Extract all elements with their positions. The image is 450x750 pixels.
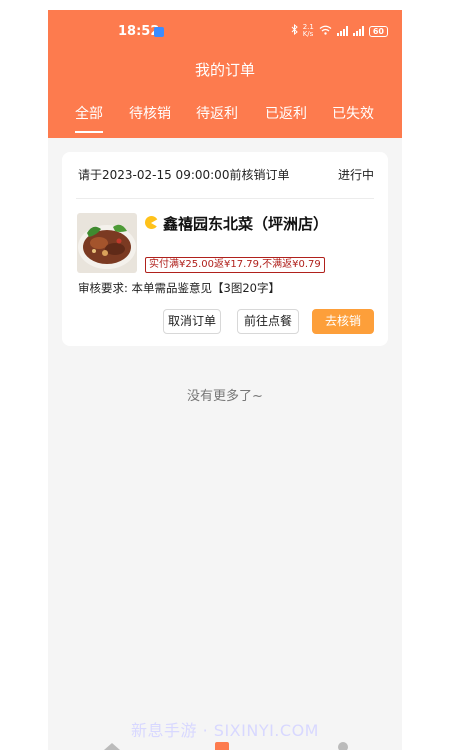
wifi-icon [319, 25, 332, 38]
cancel-order-button[interactable]: 取消订单 [163, 309, 221, 334]
list-end-text: 没有更多了~ [187, 389, 263, 404]
divider [76, 198, 374, 199]
signal-icon-2 [352, 26, 364, 36]
shop-name[interactable]: 鑫禧园东北菜（坪洲店） [163, 213, 328, 234]
signal-icon [336, 26, 348, 36]
shop-icon [145, 216, 158, 229]
bottom-tabbar [48, 738, 402, 750]
review-requirement: 审核要求: 本单需品鉴意见【3图20字】 [78, 281, 280, 295]
tab-pending-verify[interactable]: 待核销 [129, 103, 171, 123]
tab-pending-rebate[interactable]: 待返利 [196, 103, 238, 123]
order-deadline: 请于2023-02-15 09:00:00前核销订单 [78, 168, 290, 182]
dish-image[interactable] [77, 213, 137, 273]
tab-rebated[interactable]: 已返利 [265, 103, 307, 123]
network-speed: 2.1 K/s [303, 24, 314, 38]
orders-icon[interactable] [215, 742, 229, 750]
profile-icon[interactable] [338, 742, 348, 750]
order-card[interactable]: 请于2023-02-15 09:00:00前核销订单 进行中 鑫禧园东北菜（坪洲… [62, 152, 388, 346]
tab-all[interactable]: 全部 [75, 103, 103, 133]
home-icon[interactable] [104, 743, 120, 750]
verify-button[interactable]: 去核销 [312, 309, 374, 334]
order-tabs: 全部 待核销 待返利 已返利 已失效 [48, 103, 402, 138]
order-status: 进行中 [337, 168, 374, 182]
page-title: 我的订单 [194, 61, 255, 79]
status-icons: 2.1 K/s 60 [291, 24, 388, 38]
battery-icon: 60 [368, 25, 388, 37]
bluetooth-icon [291, 23, 298, 38]
status-bar: 18:52 2.1 K/s 60 [48, 10, 402, 50]
tab-expired[interactable]: 已失效 [332, 103, 374, 123]
app-screen: 18:52 2.1 K/s 60 我的订单 全部 待核销 待返利 已返利 已失效… [48, 10, 402, 750]
network-speed-unit: K/s [302, 30, 314, 38]
notification-icon [154, 27, 164, 37]
app-header: 18:52 2.1 K/s 60 我的订单 全部 待核销 待返利 已返利 已失效 [48, 10, 402, 138]
rebate-tag: 实付满¥25.00返¥17.79,不满返¥0.79 [145, 257, 325, 273]
goto-order-button[interactable]: 前往点餐 [237, 309, 299, 334]
